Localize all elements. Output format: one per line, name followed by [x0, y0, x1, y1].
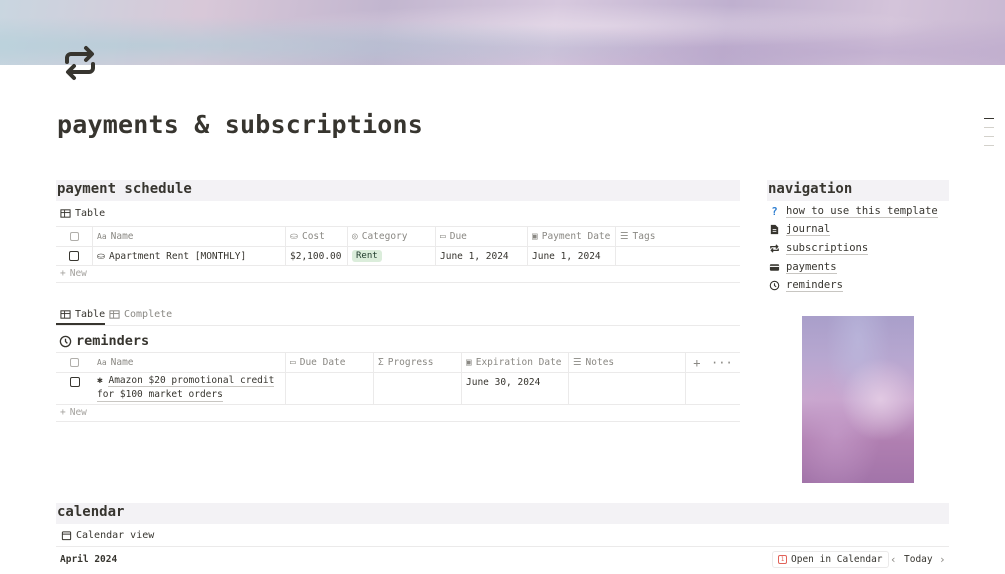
- payment-new-row-button[interactable]: + New: [60, 268, 87, 279]
- today-button[interactable]: Today: [904, 554, 933, 565]
- calendar-view-tab[interactable]: Calendar view: [61, 530, 154, 541]
- repeat-arrows-icon[interactable]: [59, 42, 101, 84]
- calendar-app-icon: 1: [778, 555, 787, 564]
- clock-icon: [59, 335, 72, 347]
- reminders-complete-tab[interactable]: Complete: [109, 309, 172, 320]
- credit-card-icon: [769, 264, 780, 271]
- table-icon: [60, 209, 71, 218]
- column-header-notes[interactable]: ☰ Notes: [569, 353, 686, 372]
- row-notes-cell[interactable]: [569, 373, 686, 404]
- payment-schedule-table: Aa Name ⛀ Cost ◎ Category ▭ Due ▣ Payment Dat…: [56, 226, 740, 266]
- calendar-icon: [61, 531, 72, 541]
- nav-item-payments[interactable]: payments: [769, 261, 837, 274]
- column-header-category[interactable]: ◎ Category: [348, 227, 436, 246]
- row-tags-cell[interactable]: [616, 247, 732, 265]
- column-header-payment-date[interactable]: ▣ Payment Date: [528, 227, 616, 246]
- row-due-cell[interactable]: June 1, 2024: [436, 247, 528, 265]
- row-due-date-cell[interactable]: [286, 373, 374, 404]
- divider: [56, 325, 740, 326]
- row-payment-date-cell[interactable]: June 1, 2024: [528, 247, 616, 265]
- rent-icon: ⛀: [97, 250, 105, 262]
- table-header-row: Aa Name ▭ Due Date Σ Progress ▣ Expiration D…: [56, 353, 740, 373]
- navigation-heading-text: navigation: [768, 181, 853, 197]
- divider: [56, 421, 740, 422]
- document-icon: [770, 224, 779, 235]
- row-name-cell[interactable]: ✱ Amazon $20 promotional credit for $100…: [93, 373, 286, 404]
- row-cost-cell[interactable]: $2,100.00: [286, 247, 348, 265]
- tab-label: Table: [75, 309, 106, 320]
- page-title[interactable]: payments & subscriptions: [57, 110, 423, 139]
- select-all-checkbox[interactable]: [56, 353, 93, 372]
- row-checkbox[interactable]: [56, 373, 93, 404]
- row-progress-cell[interactable]: [374, 373, 462, 404]
- column-header-cost[interactable]: ⛀ Cost: [286, 227, 348, 246]
- plus-icon: +: [60, 268, 66, 279]
- nav-item-how-to-use[interactable]: ? how to use this template: [769, 205, 938, 218]
- table-icon: [109, 310, 120, 319]
- clock-icon: [769, 280, 780, 291]
- column-header-name[interactable]: Aa Name: [93, 353, 286, 372]
- calendar-heading-text: calendar: [57, 504, 125, 520]
- plus-icon: +: [60, 407, 66, 418]
- column-header-progress[interactable]: Σ Progress: [374, 353, 462, 372]
- nav-item-reminders[interactable]: reminders: [769, 279, 843, 292]
- nav-item-journal[interactable]: journal: [769, 223, 831, 236]
- tab-label: Complete: [124, 309, 173, 320]
- table-row[interactable]: ⛀ Apartment Rent [MONTHLY] $2,100.00 Rent…: [56, 247, 740, 266]
- repeat-icon: [770, 244, 779, 253]
- previous-month-icon[interactable]: ‹: [890, 553, 897, 566]
- column-header-tags[interactable]: ☰ Tags: [616, 227, 732, 246]
- column-header-name[interactable]: Aa Name: [93, 227, 286, 246]
- reminders-table: Aa Name ▭ Due Date Σ Progress ▣ Expiration D…: [56, 352, 740, 405]
- nav-item-subscriptions[interactable]: subscriptions: [769, 242, 869, 255]
- category-tag: Rent: [352, 250, 382, 262]
- row-name-cell[interactable]: ⛀ Apartment Rent [MONTHLY]: [93, 247, 286, 265]
- payment-schedule-heading: payment schedule: [56, 180, 740, 201]
- sky-image: [802, 316, 914, 483]
- next-month-icon[interactable]: ›: [939, 553, 946, 566]
- table-row[interactable]: ✱ Amazon $20 promotional credit for $100…: [56, 373, 740, 405]
- column-actions: + ···: [686, 353, 740, 372]
- row-category-cell[interactable]: Rent: [348, 247, 436, 265]
- more-options-icon[interactable]: ···: [711, 356, 733, 370]
- navigation-heading: navigation: [767, 180, 949, 201]
- reminders-new-row-button[interactable]: + New: [60, 407, 87, 418]
- asterisk-icon: ✱: [97, 375, 103, 386]
- payment-schedule-heading-text: payment schedule: [57, 181, 192, 197]
- divider: [56, 282, 740, 283]
- table-of-contents[interactable]: [984, 118, 994, 154]
- cover-image[interactable]: [0, 0, 1005, 65]
- divider: [56, 546, 949, 547]
- payment-table-view-tab[interactable]: Table: [60, 208, 105, 219]
- row-checkbox[interactable]: [56, 247, 93, 265]
- view-label: Calendar view: [76, 530, 155, 541]
- add-column-icon[interactable]: +: [693, 356, 700, 370]
- view-label: Table: [75, 208, 106, 219]
- column-header-due-date[interactable]: ▭ Due Date: [286, 353, 374, 372]
- question-icon: ?: [771, 205, 778, 218]
- calendar-month: April 2024: [60, 554, 118, 565]
- table-header-row: Aa Name ⛀ Cost ◎ Category ▭ Due ▣ Payment Dat…: [56, 227, 740, 247]
- reminders-table-tab[interactable]: Table: [60, 309, 105, 320]
- select-all-checkbox[interactable]: [56, 227, 93, 246]
- table-icon: [60, 310, 71, 319]
- reminders-title[interactable]: reminders: [59, 333, 149, 349]
- calendar-heading: calendar: [56, 503, 949, 524]
- column-header-expiration-date[interactable]: ▣ Expiration Date: [462, 353, 569, 372]
- row-empty-cell: [686, 373, 740, 404]
- row-expiration-date-cell[interactable]: June 30, 2024: [462, 373, 569, 404]
- open-in-calendar-button[interactable]: 1 Open in Calendar: [772, 551, 889, 568]
- column-header-due[interactable]: ▭ Due: [436, 227, 528, 246]
